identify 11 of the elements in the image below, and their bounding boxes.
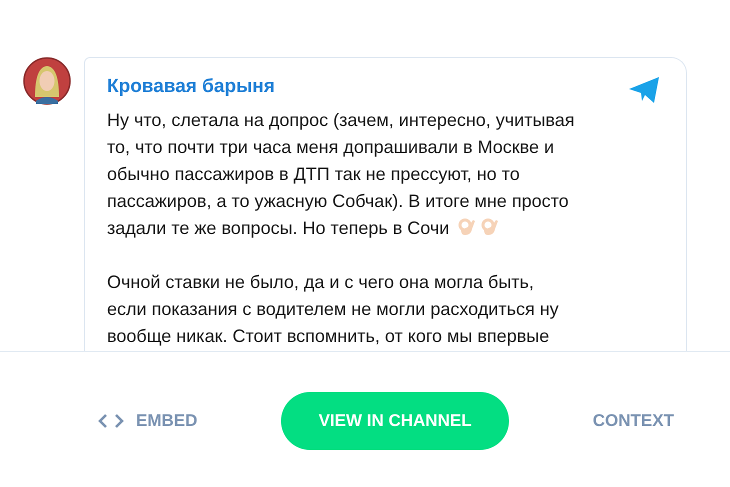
embed-button[interactable]: EMBED — [98, 408, 198, 434]
context-button[interactable]: CONTEXT — [592, 408, 674, 434]
avatar-icon — [23, 57, 71, 105]
message-paragraph: Ну что, слетала на допрос (зачем, интересно, учитывая то, что почти три часа меня допрашивали в Москве и обычно пассажиров в ДТП так не прессуют, но то пассажиров, а то ужасную Собчак). В итоге мне просто задали те же вопросы. Но теперь в Сочи — [107, 109, 575, 240]
ok-hand-icon — [480, 217, 500, 237]
code-icon — [98, 413, 124, 429]
message-paragraph: Очной ставки не было, да и с чего она могла быть, если показания с водителем не могли расходиться ну вообще никак. Стоит вспомнить, от кого мы впервые — [107, 271, 559, 348]
author-name[interactable]: Кровавая барыня — [107, 74, 275, 100]
paper-plane-icon[interactable] — [628, 76, 660, 104]
view-in-channel-button[interactable]: VIEW IN CHANNEL — [281, 392, 510, 450]
ok-hand-icon — [457, 217, 478, 237]
